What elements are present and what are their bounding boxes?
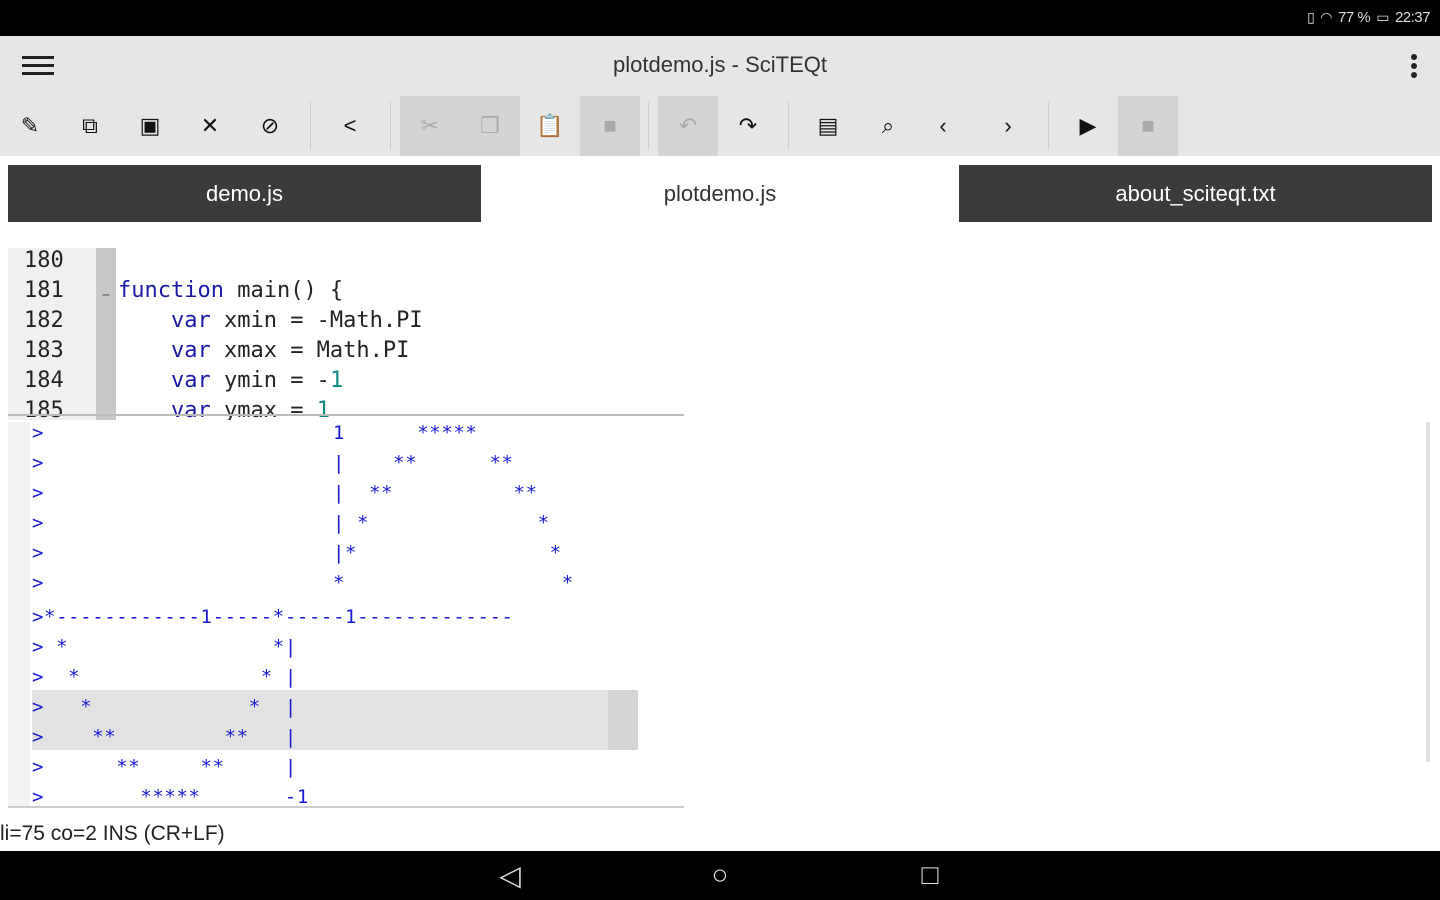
console-divider: [8, 806, 684, 808]
code-text: xmax = Math.PI: [210, 338, 410, 363]
split-divider[interactable]: [8, 414, 684, 416]
code-keyword: function: [118, 278, 224, 303]
fold-collapse-icon[interactable]: −: [102, 288, 110, 303]
system-navigation-bar: ◁ ○ □: [0, 851, 1440, 900]
delete-icon[interactable]: ■: [580, 96, 640, 156]
code-editor[interactable]: 180 181 182 183 184 185 − function main(…: [8, 248, 1430, 420]
stop-icon[interactable]: ■: [1118, 96, 1178, 156]
chevron-left-icon[interactable]: ‹: [913, 96, 973, 156]
wifi-icon: ◠: [1320, 9, 1333, 25]
window-title: plotdemo.js - SciTEQt: [613, 52, 827, 77]
back-icon[interactable]: ◁: [490, 857, 530, 893]
undo-icon[interactable]: ↶: [658, 96, 718, 156]
find-in-page-icon[interactable]: ▤: [798, 96, 858, 156]
line-number: 180: [24, 248, 64, 273]
code-text: main() {: [223, 278, 344, 303]
app-bar: plotdemo.js - SciTEQt: [0, 36, 1440, 96]
code-keyword: var: [118, 308, 211, 333]
toolbar-separator: [648, 102, 649, 150]
console-line: > * *|: [32, 636, 297, 658]
redo-icon[interactable]: ↷: [718, 96, 778, 156]
recents-icon[interactable]: □: [910, 857, 950, 893]
code-keyword: var: [118, 368, 211, 393]
console-line: > | ** **: [32, 452, 514, 474]
fold-margin[interactable]: [96, 248, 116, 420]
close-icon[interactable]: ✕: [180, 96, 240, 156]
toolbar-separator: [1048, 102, 1049, 150]
battery-icon: ▭: [1376, 9, 1389, 25]
eye-off-icon[interactable]: ⊘: [240, 96, 300, 156]
tab-demo-js[interactable]: demo.js: [8, 165, 481, 222]
code-line: var ymin = -1: [118, 366, 343, 396]
tab-about-sciteqt-txt[interactable]: about_sciteqt.txt: [959, 165, 1432, 222]
toolbar-separator: [310, 102, 311, 150]
console-line: > * *: [32, 572, 574, 594]
console-line: > * * |: [32, 696, 297, 718]
tab-bar: demo.js plotdemo.js about_sciteqt.txt: [0, 156, 1440, 232]
console-line: > 1 *****: [32, 422, 478, 444]
console-line: > ** ** |: [32, 756, 297, 778]
code-text: xmin = -Math.PI: [210, 308, 423, 333]
console-line: > | ** **: [32, 482, 538, 504]
search-icon[interactable]: ⌕: [858, 96, 918, 156]
code-number: 1: [316, 398, 330, 420]
code-number: 1: [329, 368, 344, 393]
line-number: 185: [24, 398, 64, 420]
play-icon[interactable]: ▶: [1058, 96, 1118, 156]
output-console[interactable]: > 1 ***** > | ** ** > | ** ** > | * * > |*: [8, 422, 1430, 808]
toolbar-separator: [788, 102, 789, 150]
chevron-right-icon[interactable]: ›: [978, 96, 1038, 156]
console-line: > * * |: [32, 666, 297, 688]
console-line: > ** ** |: [32, 726, 297, 748]
code-line: var ymax = 1: [118, 396, 330, 420]
code-keyword: var: [118, 398, 211, 420]
more-options-icon[interactable]: [1406, 48, 1422, 84]
code-line: var xmin = -Math.PI: [118, 306, 423, 336]
code-line: var xmax = Math.PI: [118, 336, 409, 366]
toolbar: ✎ ⧉ ▣ ✕ ⊘ < ✂ ❐ 📋 ■ ↶ ↷ ▤ ⌕ ‹ › ▶ ■: [0, 96, 1440, 156]
system-status-bar: ▯ ◠ 77 % ▭ 22:37: [0, 0, 1440, 36]
tab-plotdemo-js[interactable]: plotdemo.js: [484, 165, 956, 222]
cut-icon[interactable]: ✂: [400, 96, 460, 156]
line-number-gutter: 180 181 182 183 184 185: [8, 248, 96, 420]
open-external-icon[interactable]: ⧉: [60, 96, 120, 156]
status-indicators: ▯ ◠ 77 % ▭ 22:37: [1307, 9, 1430, 26]
console-line: > ***** -1: [32, 786, 309, 808]
line-number: 182: [24, 308, 64, 333]
vibrate-icon: ▯: [1307, 9, 1315, 25]
home-icon[interactable]: ○: [700, 857, 740, 893]
line-number: 183: [24, 338, 64, 363]
line-number: 184: [24, 368, 64, 393]
console-line: > |* *: [32, 542, 562, 564]
clock: 22:37: [1394, 9, 1431, 26]
paste-icon[interactable]: 📋: [520, 96, 580, 156]
code-keyword: var: [118, 338, 211, 363]
battery-percent: 77 %: [1338, 9, 1371, 26]
line-number: 181: [24, 278, 64, 303]
code-text: ymax =: [210, 398, 317, 420]
editor-status-line: li=75 co=2 INS (CR+LF): [0, 822, 225, 845]
pencil-icon[interactable]: ✎: [0, 96, 60, 156]
toolbar-separator: [390, 102, 391, 150]
console-scrollbar[interactable]: [1426, 422, 1430, 762]
code-line: function main() {: [118, 276, 343, 306]
console-margin: [8, 422, 30, 808]
code-text: ymin = -: [210, 368, 330, 393]
save-icon[interactable]: ▣: [120, 96, 180, 156]
share-icon[interactable]: <: [320, 96, 380, 156]
selection-highlight-edge: [608, 690, 638, 750]
console-line: > | * *: [32, 512, 550, 534]
console-line: >*------------1-----*-----1-------------: [32, 606, 514, 628]
copy-icon[interactable]: ❐: [460, 96, 520, 156]
